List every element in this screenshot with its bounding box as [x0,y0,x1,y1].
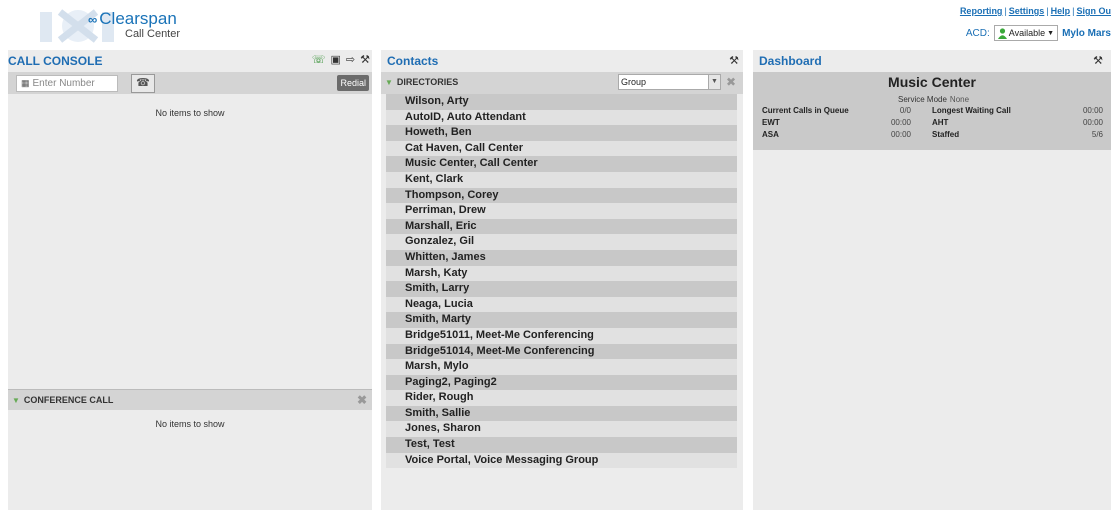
service-mode-value: None [949,95,970,104]
acd-row: ACD: Available ▼ Mylo Mars [966,25,1111,41]
contact-row[interactable]: Music Center, Call Center [386,156,737,172]
contact-row[interactable]: Voice Portal, Voice Messaging Group [386,452,737,469]
enter-number-placeholder: Enter Number [32,78,95,89]
ewt-label: EWT [762,118,780,127]
ewt-value: 00:00 [890,118,911,127]
contact-row[interactable]: AutoID, Auto Attendant [386,109,737,126]
conference-call-title: CONFERENCE CALL [23,395,114,405]
contact-row[interactable]: Smith, Sallie [386,405,737,422]
close-icon[interactable]: ✖ [726,75,736,89]
current-calls-value: 0/0 [899,106,911,115]
user-available-icon [997,27,1007,39]
staffed-value: 5/6 [1091,130,1103,139]
dashboard-panel: Dashboard ⚒ Music Center Service Mode Non… [753,50,1111,510]
conference-call-header[interactable]: ▼ CONFERENCE CALL ✖ [8,389,372,410]
transfer-icon[interactable]: ⇨ [346,53,355,66]
dial-button[interactable]: ☎ [131,74,155,93]
contact-row[interactable]: Smith, Marty [386,312,737,328]
queue-name: Music Center [888,74,976,90]
tools-icon[interactable]: ⚒ [1093,54,1103,67]
contact-row[interactable]: Test, Test [386,437,737,453]
contact-row[interactable]: Bridge51011, Meet-Me Conferencing [386,327,737,344]
call-console-empty-text: No items to show [155,108,225,118]
group-select[interactable]: Group ▼ [618,74,721,90]
console-icon[interactable]: ▣ [331,53,341,66]
contact-row[interactable]: Howeth, Ben [386,125,737,141]
directories-label: DIRECTORIES [396,77,459,87]
contact-row[interactable]: Whitten, James [386,249,737,266]
asa-label: ASA [762,130,779,139]
help-link[interactable]: Help [1051,6,1071,16]
contact-row[interactable]: Cat Haven, Call Center [386,140,737,157]
collapse-icon: ▼ [12,395,20,405]
contact-row[interactable]: Perriman, Drew [386,203,737,219]
staffed-label: Staffed [932,130,960,139]
contact-list: Wilson, Arty AutoID, Auto Attendant Howeth… [386,94,737,469]
longest-waiting-value: 00:00 [1082,106,1103,115]
phone-icon: ☎ [136,77,150,89]
contact-row[interactable]: Marsh, Mylo [386,359,737,375]
contact-row[interactable]: Thompson, Corey [386,187,737,204]
acd-status-select[interactable]: Available ▼ [993,25,1059,41]
sign-out-link[interactable]: Sign Ou [1077,6,1111,16]
call-console-panel: CALL CONSOLE ☏ ▣ ⇨ ⚒ ▦ Enter Number ☎ Re… [8,50,372,510]
contact-row[interactable]: Kent, Clark [386,171,737,188]
queue-card[interactable]: Music Center Service Mode None Current Ca… [753,72,1111,150]
dialpad-icon: ▦ [21,78,30,88]
aht-value: 00:00 [1082,118,1103,127]
close-icon[interactable]: ✖ [357,393,367,407]
chevron-down-icon: ▼ [1047,29,1055,37]
contacts-panel: Contacts ⚒ ▼ DIRECTORIES Group ▼ ✖ Wilso… [381,50,743,510]
acd-label: ACD: [965,27,990,39]
settings-link[interactable]: Settings [1009,6,1045,16]
user-name[interactable]: Mylo Mars [1062,28,1111,39]
product-name: Call Center [125,28,181,40]
dashboard-title: Dashboard [759,54,822,68]
directories-toggle[interactable]: ▼ DIRECTORIES [385,77,458,87]
current-calls-label: Current Calls in Queue [762,106,849,115]
contact-row[interactable]: Paging2, Paging2 [386,374,737,391]
contact-row[interactable]: Gonzalez, Gil [386,234,737,250]
call-console-toolbar: ☏ ▣ ⇨ ⚒ [312,53,370,66]
tools-icon[interactable]: ⚒ [729,54,739,67]
contact-row[interactable]: Bridge51014, Meet-Me Conferencing [386,343,737,360]
contact-row[interactable]: Neaga, Lucia [386,296,737,313]
contacts-title: Contacts [387,54,439,68]
aht-label: AHT [932,118,949,127]
enter-number-input[interactable]: ▦ Enter Number [16,75,118,92]
brand-name: Clearspan [99,9,177,28]
contact-row[interactable]: Jones, Sharon [386,421,737,438]
contact-row[interactable]: Marshall, Eric [386,218,737,235]
redial-button[interactable]: Redial [337,75,369,91]
service-mode: Service Mode None [898,95,969,104]
group-select-value: Group [621,77,647,87]
collapse-icon: ▼ [385,77,393,87]
asa-value: 00:00 [890,130,911,139]
contact-row[interactable]: Wilson, Arty [386,94,737,110]
contact-row[interactable]: Marsh, Katy [386,265,737,282]
contact-row[interactable]: Rider, Rough [386,390,737,406]
clearspan-mark-icon: ∞ [88,12,98,27]
brand-logo: ∞ Clearspan [88,9,177,29]
answer-icon[interactable]: ☏ [312,53,326,66]
reporting-link[interactable]: Reporting [960,6,1003,16]
tools-icon[interactable]: ⚒ [360,53,370,66]
service-mode-label: Service Mode [898,95,947,104]
call-console-title: CALL CONSOLE [8,54,103,68]
contact-row[interactable]: Smith, Larry [386,281,737,297]
chevron-down-icon: ▼ [708,75,720,89]
conference-empty-text: No items to show [155,419,225,429]
acd-status-value: Available [1008,28,1046,38]
longest-waiting-label: Longest Waiting Call [932,106,1011,115]
top-links: Reporting | Settings | Help | Sign Ou [959,6,1111,16]
header: ∞ Clearspan Call Center Reporting | Setting… [0,0,1111,50]
